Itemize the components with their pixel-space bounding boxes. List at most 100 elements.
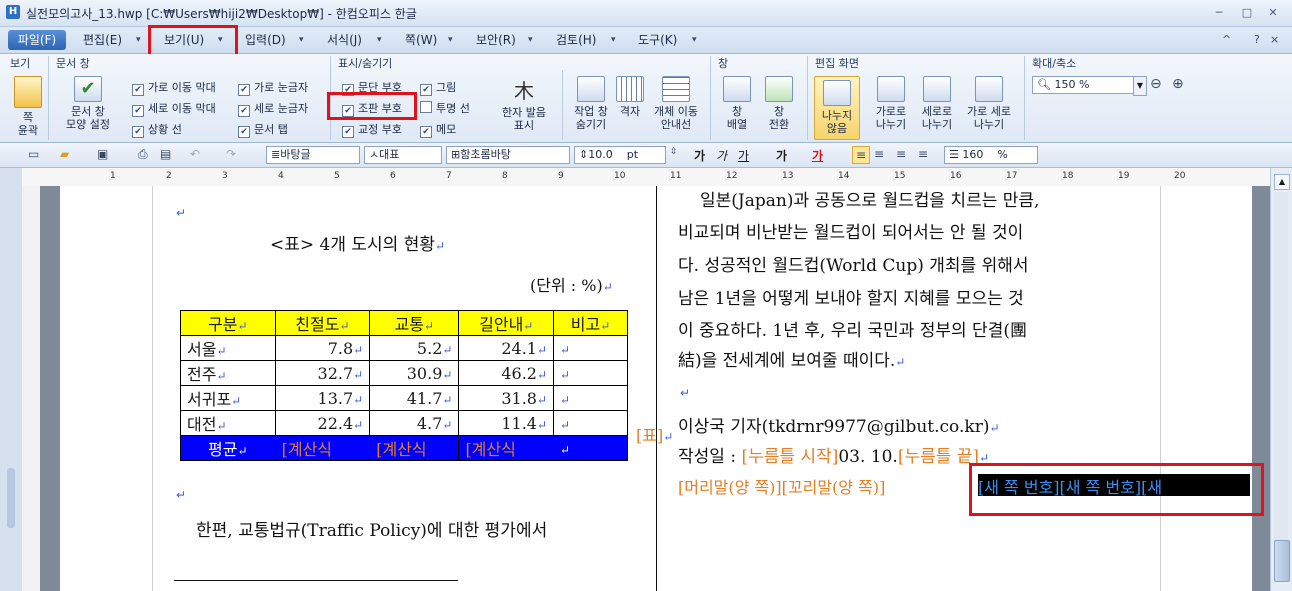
menu-security-dropdown-icon[interactable]: ▾: [528, 31, 533, 49]
table-cell[interactable]: 32.7↵: [274, 360, 371, 386]
checkbox-transparent-line[interactable]: 투명 선: [420, 100, 500, 116]
table-avg-cell[interactable]: [계산식: [458, 435, 555, 461]
checkbox-paragraph-mark[interactable]: ✔ 문단 부호: [342, 79, 422, 96]
align-center-icon[interactable]: ≡: [896, 147, 906, 161]
redo-icon[interactable]: ↷: [226, 147, 236, 161]
window-switch-button[interactable]: 창 전환: [760, 76, 798, 131]
table-header-cell[interactable]: 길안내↵: [458, 310, 555, 336]
menu-review-dropdown-icon[interactable]: ▾: [611, 31, 616, 49]
body-line[interactable]: 다. 성공적인 월드컵(World Cup) 개최를 위해서: [678, 251, 1029, 276]
scrollbar-track[interactable]: [1274, 192, 1288, 572]
body-line[interactable]: 남은 1년을 어떻게 보내야 할지 지혜를 모으는 것: [678, 284, 1024, 309]
doc-window-mode-button[interactable]: ✔ 문서 창 모양 설정: [58, 76, 118, 131]
menu-tools[interactable]: 도구(K): [638, 31, 677, 49]
save-icon[interactable]: ▣: [97, 147, 108, 161]
italic-button[interactable]: 가: [716, 147, 727, 164]
table-header-cell[interactable]: 친절도↵: [274, 310, 371, 336]
table-avg-cell[interactable]: [계산식: [369, 435, 460, 461]
table-cell[interactable]: ↵: [553, 385, 628, 411]
menu-format[interactable]: 서식(J): [327, 31, 362, 49]
table-cell[interactable]: 대전↵: [180, 410, 276, 436]
hanja-reading-button[interactable]: 木 한자 발음 표시: [494, 76, 554, 132]
table-cell[interactable]: 서울↵: [180, 335, 276, 361]
menu-format-dropdown-icon[interactable]: ▾: [377, 31, 382, 49]
body-line[interactable]: 이 중요하다. 1년 후, 우리 국민과 정부의 단결(團: [678, 316, 1027, 341]
table-avg-cell[interactable]: [계산식: [274, 435, 371, 461]
align-justify-icon[interactable]: ≡: [852, 146, 870, 164]
font-name-select[interactable]: ⊞함초롬바탕: [446, 146, 570, 164]
font-size-input[interactable]: ⇕10.0 pt: [574, 146, 666, 164]
checkbox-doc-tab[interactable]: ✔ 문서 탭: [238, 121, 328, 138]
ribbon-collapse-icon[interactable]: ^: [1222, 31, 1231, 49]
side-pane-toggle[interactable]: [7, 468, 15, 528]
maximize-button[interactable]: □: [1236, 5, 1258, 21]
menu-insert[interactable]: 입력(D): [245, 31, 286, 49]
print-icon[interactable]: ⎙: [138, 147, 148, 162]
left-paragraph[interactable]: 한편, 교통법규(Traffic Policy)에 대한 평가에서: [196, 516, 547, 541]
menu-edit-dropdown-icon[interactable]: ▾: [136, 31, 141, 49]
object-guide-button[interactable]: 개체 이동 안내선: [648, 76, 704, 131]
table-header-cell[interactable]: 구분↵: [180, 310, 276, 336]
table-cell[interactable]: 30.9↵: [369, 360, 460, 386]
checkbox-vertical-ruler[interactable]: ✔ 세로 눈금자: [238, 100, 328, 117]
new-doc-icon[interactable]: ▭: [28, 147, 39, 161]
split-horizontal-button[interactable]: 가로로 나누기: [868, 76, 914, 131]
table-cell[interactable]: 11.4↵: [458, 410, 555, 436]
page-outline-button[interactable]: 쪽 윤곽: [10, 76, 46, 137]
table-cell[interactable]: ↵: [553, 360, 628, 386]
work-window-button[interactable]: 작업 창 숨기기: [566, 76, 616, 131]
table-cell[interactable]: 24.1↵: [458, 335, 555, 361]
undo-icon[interactable]: ↶: [190, 147, 200, 161]
table-cell[interactable]: 7.8↵: [274, 335, 371, 361]
char-shape-button[interactable]: 가: [776, 147, 787, 164]
split-vertical-button[interactable]: 세로로 나누기: [914, 76, 960, 131]
vertical-ruler[interactable]: [22, 186, 41, 591]
table-cell[interactable]: ↵: [553, 410, 628, 436]
checkbox-horizontal-ruler[interactable]: ✔ 가로 눈금자: [238, 79, 328, 96]
checkbox-vertical-scroll[interactable]: ✔ 세로 이동 막대: [132, 100, 232, 117]
table-cell[interactable]: 46.2↵: [458, 360, 555, 386]
menu-review[interactable]: 검토(H): [556, 31, 596, 49]
scrollbar-thumb[interactable]: [1274, 540, 1290, 582]
table-control-code[interactable]: [표]↵: [636, 422, 673, 446]
menu-insert-dropdown-icon[interactable]: ▾: [299, 31, 304, 49]
window-arrange-button[interactable]: 창 배열: [718, 76, 756, 131]
table-cell[interactable]: 전주↵: [180, 360, 276, 386]
checkbox-proof-mark[interactable]: ✔ 교정 부호: [342, 121, 422, 138]
table-cell[interactable]: ↵: [553, 335, 628, 361]
body-line-last[interactable]: 結)을 전세계에 보여줄 때이다.↵: [678, 346, 905, 371]
date-line[interactable]: 작성일 : [누름틀 시작]03. 10.[누름틀 끝]↵: [678, 442, 989, 467]
table-header-cell[interactable]: 비고↵: [553, 310, 628, 336]
no-split-button[interactable]: 나누지 않음: [814, 76, 860, 140]
vertical-scrollbar[interactable]: ▲: [1270, 168, 1292, 591]
close-doc-icon[interactable]: ×: [1270, 31, 1279, 49]
align-right-icon[interactable]: ≡: [918, 147, 928, 161]
body-line[interactable]: 비교되며 비난받는 월드컵이 되어서는 안 될 것이: [678, 218, 1023, 243]
checkbox-memo[interactable]: ✔ 메모: [420, 121, 500, 138]
scroll-up-icon[interactable]: ▲: [1274, 174, 1290, 190]
table-avg-cell[interactable]: ↵: [553, 435, 628, 461]
table-title[interactable]: <표> 4개 도시의 현황↵: [270, 230, 445, 255]
font-color-button[interactable]: 가: [812, 147, 823, 164]
body-line[interactable]: 일본(Japan)과 공동으로 월드컵을 치르는 만큼,: [700, 186, 1039, 211]
table-cell[interactable]: 31.8↵: [458, 385, 555, 411]
menu-file[interactable]: 파일(F): [8, 30, 66, 50]
help-icon[interactable]: ?: [1254, 31, 1260, 49]
reporter-line[interactable]: 이상국 기자(tkdrnr9977@gilbut.co.kr)↵: [678, 412, 1000, 437]
menu-tools-dropdown-icon[interactable]: ▾: [692, 31, 697, 49]
table-cell[interactable]: 4.7↵: [369, 410, 460, 436]
menu-security[interactable]: 보안(R): [476, 31, 516, 49]
checkbox-horizontal-scroll[interactable]: ✔ 가로 이동 막대: [132, 79, 232, 96]
font-lang-select[interactable]: ㅅ대표: [364, 146, 442, 164]
split-both-button[interactable]: 가로 세로 나누기: [960, 76, 1018, 131]
table-avg-cell[interactable]: 평균↵: [180, 435, 276, 461]
zoom-out-icon[interactable]: ⊖: [1150, 76, 1162, 92]
table-cell[interactable]: 서귀포↵: [180, 385, 276, 411]
document-page[interactable]: ↵ <표> 4개 도시의 현황↵ (단위 : %)↵ 구분↵ 친절도↵ 교통↵ …: [60, 186, 1264, 591]
minimize-button[interactable]: ─: [1208, 5, 1230, 21]
zoom-select[interactable]: 🔍︎ 150 %: [1032, 76, 1138, 94]
grid-button[interactable]: 격자: [616, 76, 644, 118]
menu-page-dropdown-icon[interactable]: ▾: [448, 31, 453, 49]
style-select[interactable]: ≣바탕글: [266, 146, 360, 164]
checkbox-picture[interactable]: ✔ 그림: [420, 79, 500, 96]
